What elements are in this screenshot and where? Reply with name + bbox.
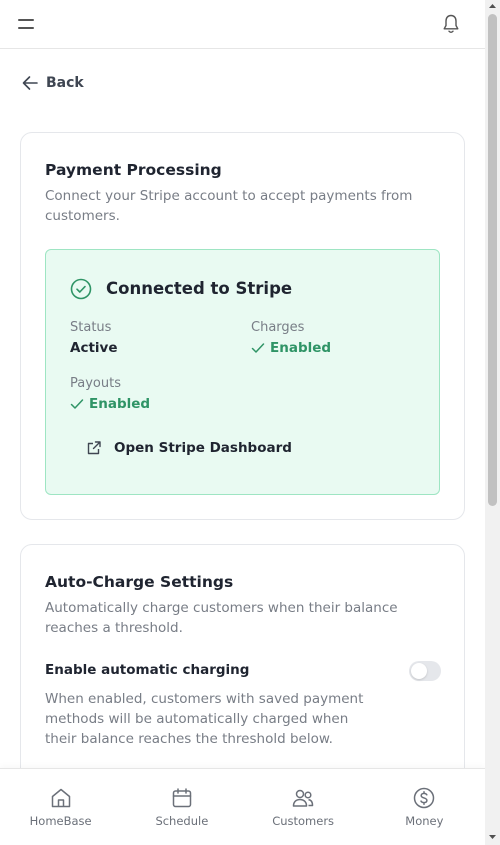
check-circle-icon xyxy=(70,278,92,300)
charges-label: Charges xyxy=(251,320,305,335)
card-description: Automatically charge customers when thei… xyxy=(45,600,398,636)
payouts-label: Payouts xyxy=(70,376,121,391)
charges-value: Enabled xyxy=(270,340,332,356)
payouts-status: Enabled xyxy=(70,396,150,412)
back-label: Back xyxy=(46,75,84,91)
check-icon xyxy=(70,399,84,409)
nav-label: Money xyxy=(405,814,444,828)
bottom-navigation: HomeBase Schedule Customers Money xyxy=(0,768,485,845)
status-value: Active xyxy=(70,340,118,356)
scroll-down-arrow-icon[interactable] xyxy=(488,833,497,841)
scroll-up-arrow-icon[interactable] xyxy=(488,2,497,10)
connection-title: Connected to Stripe xyxy=(106,279,293,298)
dollar-circle-icon xyxy=(414,787,435,809)
toggle-knob xyxy=(411,663,427,679)
card-description: Connect your Stripe account to accept pa… xyxy=(45,188,413,224)
calendar-icon xyxy=(172,788,192,808)
nav-item-money[interactable]: Money xyxy=(364,769,485,845)
app-root: Back Payment Processing Connect your Str… xyxy=(0,0,485,845)
nav-item-customers[interactable]: Customers xyxy=(243,769,364,845)
card-title: Payment Processing xyxy=(45,161,222,179)
card-title: Auto-Charge Settings xyxy=(45,573,234,591)
external-link-icon xyxy=(87,441,101,455)
payment-processing-card: Payment Processing Connect your Stripe a… xyxy=(20,132,465,520)
auto-charge-toggle-description: When enabled, customers with saved payme… xyxy=(45,691,364,747)
nav-label: Customers xyxy=(272,814,335,828)
scrollbar-thumb[interactable] xyxy=(488,14,497,506)
nav-label: HomeBase xyxy=(29,814,92,828)
arrow-left-icon xyxy=(22,76,38,90)
payouts-value: Enabled xyxy=(89,396,151,412)
auto-charge-card: Auto-Charge Settings Automatically charg… xyxy=(20,544,465,804)
nav-item-schedule[interactable]: Schedule xyxy=(121,769,242,845)
nav-label: Schedule xyxy=(155,814,209,828)
users-icon xyxy=(292,789,314,807)
charges-status: Enabled xyxy=(251,340,331,356)
stripe-connection-panel: Connected to Stripe Status Active Charge… xyxy=(45,249,440,495)
bell-icon[interactable] xyxy=(441,13,461,35)
home-icon xyxy=(51,788,70,808)
hamburger-menu-icon[interactable] xyxy=(16,14,36,34)
back-button[interactable]: Back xyxy=(20,72,84,94)
auto-charge-toggle-label: Enable automatic charging xyxy=(45,662,250,678)
check-icon xyxy=(251,343,265,353)
top-bar xyxy=(0,0,485,49)
nav-item-homebase[interactable]: HomeBase xyxy=(0,769,121,845)
vertical-scrollbar[interactable] xyxy=(485,0,500,845)
dashboard-link-label: Open Stripe Dashboard xyxy=(114,440,292,456)
open-stripe-dashboard-button[interactable]: Open Stripe Dashboard xyxy=(86,440,292,456)
status-label: Status xyxy=(70,320,112,335)
auto-charge-toggle[interactable] xyxy=(409,661,441,681)
